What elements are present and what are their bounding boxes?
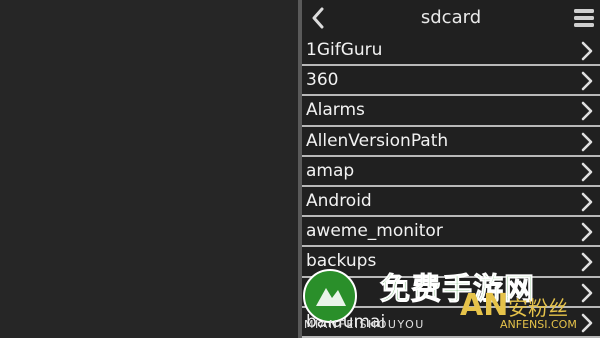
chevron-left-icon: [312, 7, 324, 29]
folder-name: Android: [306, 190, 372, 211]
chevron-right-icon: [581, 102, 593, 121]
folder-name: baidu: [306, 281, 354, 302]
folder-name: AllenVersionPath: [306, 130, 449, 151]
folder-row[interactable]: amap: [302, 157, 600, 187]
back-button[interactable]: [306, 4, 330, 32]
file-browser-panel: sdcard 1GifGuru 360 Alarms AllenVersionPath…: [302, 0, 600, 338]
folder-row[interactable]: Alarms: [302, 96, 600, 127]
chevron-right-icon: [581, 71, 593, 91]
folder-row[interactable]: baidumai: [302, 308, 600, 338]
folder-name: 360: [306, 70, 339, 91]
hamburger-menu-icon: [574, 9, 594, 27]
folder-row[interactable]: AllenVersionPath: [302, 127, 600, 157]
folder-name: amap: [306, 160, 355, 181]
chevron-right-icon: [581, 192, 593, 212]
top-bar: sdcard: [302, 0, 600, 36]
chevron-right-icon: [581, 132, 593, 151]
folder-row[interactable]: Android: [302, 187, 600, 218]
folder-name: baidumai: [306, 311, 386, 332]
page-title: sdcard: [420, 7, 482, 28]
folder-row[interactable]: 360: [302, 66, 600, 97]
screen: sdcard 1GifGuru 360 Alarms AllenVersionPath…: [0, 0, 600, 338]
folder-list: 1GifGuru 360 Alarms AllenVersionPath amap And…: [302, 36, 600, 338]
folder-name: Alarms: [306, 100, 365, 121]
chevron-right-icon: [581, 222, 593, 242]
folder-row[interactable]: aweme_monitor: [302, 217, 600, 248]
folder-row[interactable]: baidu: [302, 278, 600, 308]
chevron-right-icon: [581, 162, 593, 182]
chevron-right-icon: [581, 283, 593, 302]
menu-button[interactable]: [572, 6, 596, 30]
chevron-right-icon: [581, 313, 593, 332]
chevron-right-icon: [581, 41, 593, 61]
folder-name: backups: [306, 251, 377, 272]
chevron-right-icon: [581, 253, 593, 272]
folder-row[interactable]: 1GifGuru: [302, 36, 600, 67]
folder-row[interactable]: backups: [302, 247, 600, 278]
folder-name: aweme_monitor: [306, 221, 443, 242]
empty-left-area: [0, 0, 298, 338]
folder-name: 1GifGuru: [306, 40, 383, 60]
